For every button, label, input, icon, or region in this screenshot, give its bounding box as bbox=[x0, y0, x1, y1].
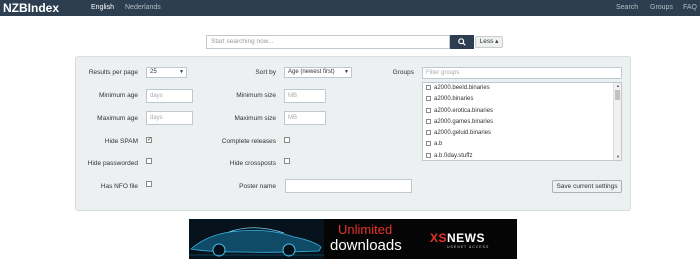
chevron-down-icon: ▼ bbox=[344, 69, 349, 75]
xsnews-tagline: USENET ACCESS bbox=[447, 245, 490, 249]
sort-by-select[interactable]: Age (newest first) ▼ bbox=[284, 67, 352, 78]
group-name: a2000.binaries bbox=[434, 96, 474, 103]
minimum-size-label: Minimum size bbox=[236, 92, 276, 99]
group-item[interactable]: a2000.binaries bbox=[423, 94, 621, 105]
has-nfo-checkbox[interactable] bbox=[146, 181, 152, 187]
xsnews-logo: XSNEWS bbox=[430, 231, 486, 245]
scroll-thumb[interactable] bbox=[615, 90, 620, 100]
group-item[interactable]: a2000.beeld.binaries bbox=[423, 83, 621, 94]
banner-line1: Unlimited bbox=[338, 222, 393, 237]
site-logo[interactable]: NZBIndex bbox=[3, 2, 59, 14]
hide-spam-checkbox[interactable]: ✓ bbox=[146, 137, 152, 143]
hide-spam-label: Hide SPAM bbox=[104, 138, 138, 145]
minimum-age-label: Minimum age bbox=[98, 92, 138, 99]
hide-passworded-checkbox[interactable] bbox=[146, 158, 152, 164]
scroll-up-icon[interactable]: ▲ bbox=[614, 83, 621, 89]
group-checkbox[interactable] bbox=[426, 107, 431, 113]
groups-filter-input[interactable]: Filter groups bbox=[422, 67, 622, 79]
search-button[interactable] bbox=[450, 35, 474, 49]
complete-releases-label: Complete releases bbox=[221, 138, 276, 145]
group-item[interactable]: a.b bbox=[423, 139, 621, 150]
search-bar: Start searching now... Less ▴ bbox=[206, 35, 503, 49]
group-name: a.b bbox=[434, 141, 443, 148]
complete-releases-checkbox[interactable] bbox=[284, 137, 290, 143]
sort-by-label: Sort by bbox=[255, 69, 276, 76]
groups-list[interactable]: a2000.beeld.binaries a2000.binaries a2000.… bbox=[422, 82, 622, 161]
group-checkbox[interactable] bbox=[426, 118, 431, 124]
results-per-page-select[interactable]: 25 ▼ bbox=[146, 67, 187, 78]
groups-scrollbar[interactable]: ▲ ▼ bbox=[613, 83, 621, 160]
group-item[interactable]: a2000.geluid.binaries bbox=[423, 128, 621, 139]
search-icon bbox=[458, 38, 466, 46]
navbar: NZBIndex English Nederlands Search Group… bbox=[0, 0, 700, 16]
nav-lang-english[interactable]: English bbox=[91, 0, 114, 16]
minimum-size-input[interactable]: MB bbox=[284, 89, 326, 103]
results-per-page-label: Results per page bbox=[88, 69, 138, 76]
hide-passworded-label: Hide passworded bbox=[87, 160, 138, 167]
group-checkbox[interactable] bbox=[426, 152, 431, 158]
car-graphic bbox=[189, 219, 324, 259]
sort-by-value: Age (newest first) bbox=[288, 69, 335, 75]
group-item[interactable]: a2000.erotica.binaries bbox=[423, 106, 621, 117]
poster-name-label: Poster name bbox=[239, 183, 276, 190]
less-options-button[interactable]: Less ▴ bbox=[475, 36, 503, 48]
results-per-page-value: 25 bbox=[150, 69, 157, 75]
hide-crossposts-checkbox[interactable] bbox=[284, 158, 290, 164]
group-item[interactable]: a2000.games.binaries bbox=[423, 117, 621, 128]
search-input[interactable]: Start searching now... bbox=[206, 35, 450, 49]
groups-label: Groups bbox=[392, 69, 414, 76]
checkmark-icon: ✓ bbox=[147, 137, 153, 143]
nav-lang-nederlands[interactable]: Nederlands bbox=[125, 0, 161, 16]
group-name: a2000.erotica.binaries bbox=[434, 107, 494, 114]
save-settings-button[interactable]: Save current settings bbox=[552, 180, 622, 193]
poster-name-input[interactable] bbox=[285, 179, 412, 193]
maximum-age-label: Maximum age bbox=[97, 115, 138, 122]
maximum-size-label: Maximum size bbox=[234, 115, 276, 122]
hide-crossposts-label: Hide crossposts bbox=[229, 160, 276, 167]
maximum-age-input[interactable]: days bbox=[146, 111, 193, 125]
has-nfo-label: Has NFO file bbox=[100, 183, 138, 190]
group-name: a.b.0day.stuffz bbox=[434, 152, 473, 159]
nav-groups[interactable]: Groups bbox=[650, 0, 673, 16]
banner-line2: downloads bbox=[330, 237, 402, 254]
group-name: a2000.games.binaries bbox=[434, 118, 494, 125]
group-name: a2000.beeld.binaries bbox=[434, 85, 490, 91]
group-checkbox[interactable] bbox=[426, 141, 431, 147]
chevron-down-icon: ▼ bbox=[179, 69, 184, 75]
group-name: a2000.geluid.binaries bbox=[434, 130, 492, 137]
group-checkbox[interactable] bbox=[426, 96, 431, 102]
nav-faq[interactable]: FAQ bbox=[683, 0, 697, 16]
group-checkbox[interactable] bbox=[426, 84, 431, 90]
group-item[interactable]: a.b.0day.stuffz bbox=[423, 151, 621, 160]
nav-search[interactable]: Search bbox=[616, 0, 638, 16]
advertisement-banner[interactable]: Unlimited downloads XSNEWS USENET ACCESS bbox=[189, 219, 517, 259]
scroll-down-icon[interactable]: ▼ bbox=[614, 154, 621, 160]
maximum-size-input[interactable]: MB bbox=[284, 111, 326, 125]
minimum-age-input[interactable]: days bbox=[146, 89, 193, 103]
group-checkbox[interactable] bbox=[426, 130, 431, 136]
